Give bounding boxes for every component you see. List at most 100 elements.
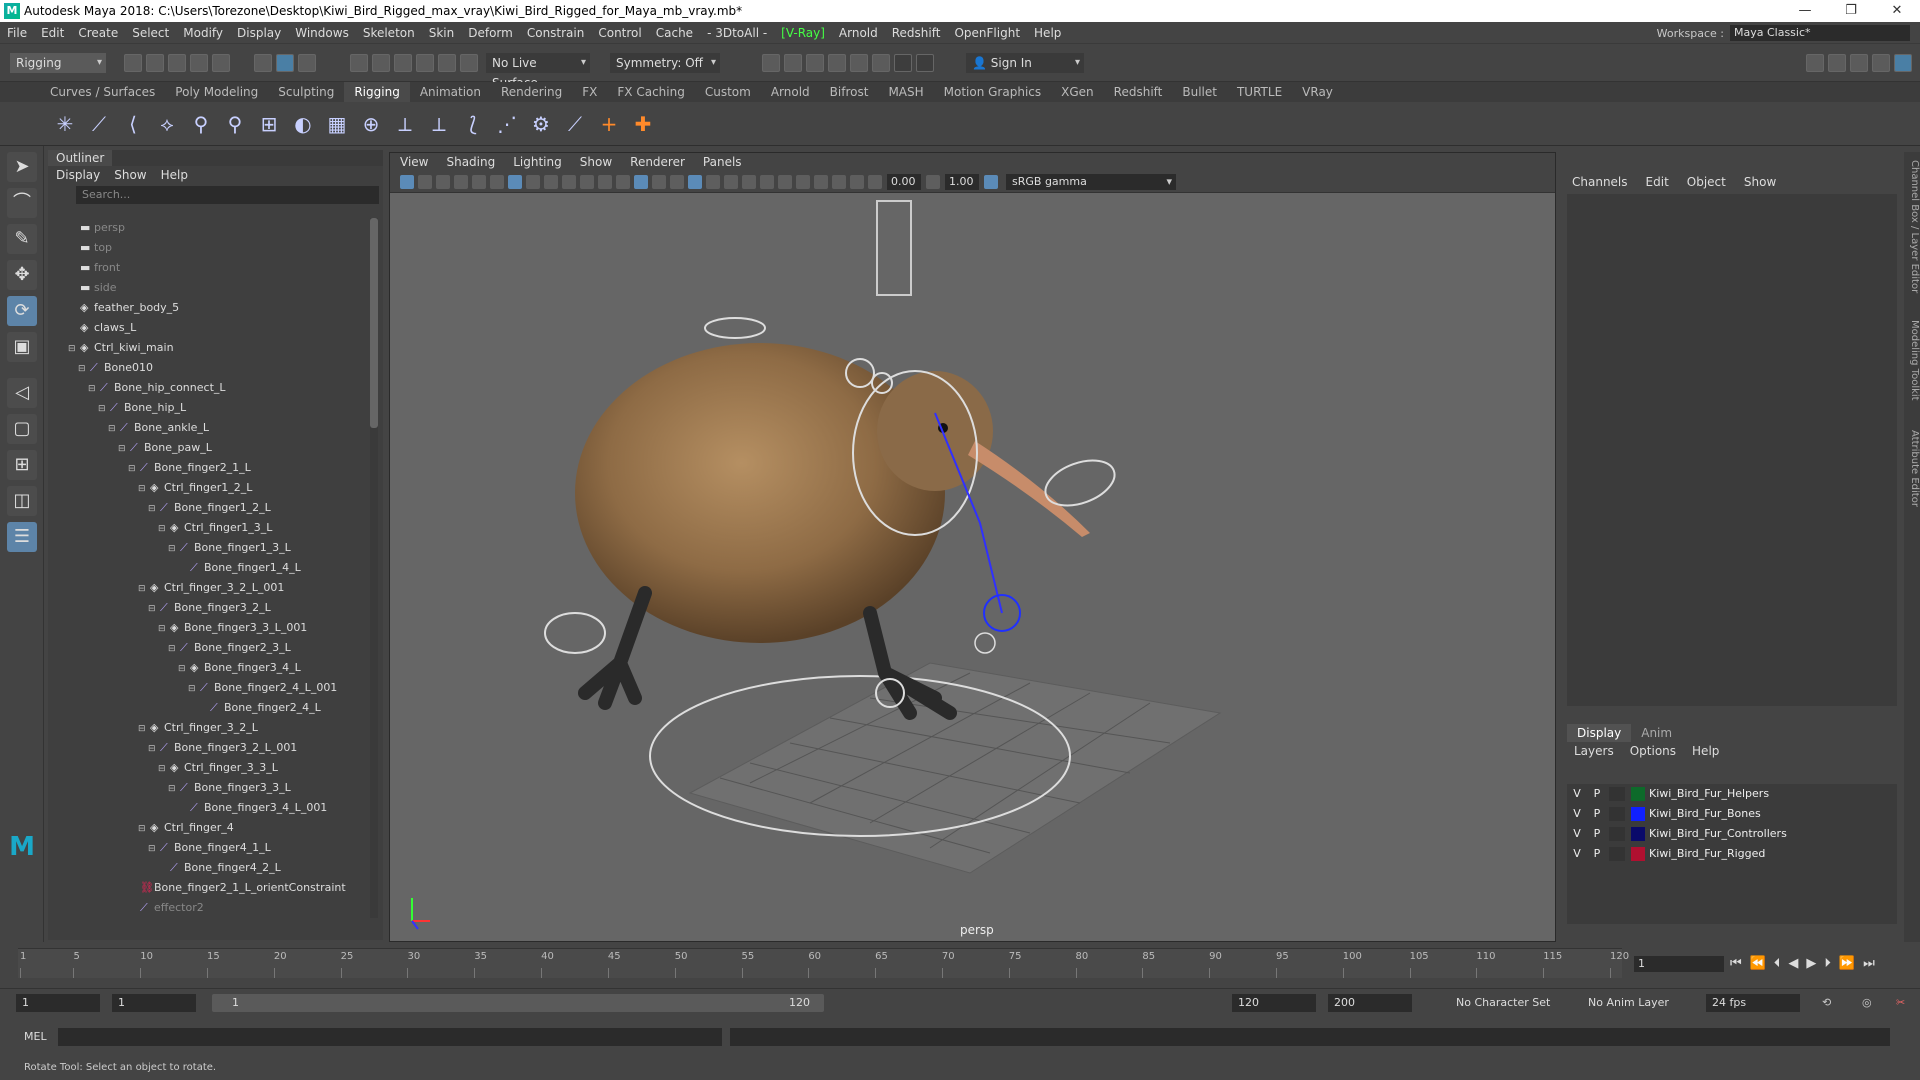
textured-icon[interactable] [688,174,702,189]
expand-toggle-icon[interactable]: ⊟ [168,639,180,659]
outliner-item[interactable]: ⊟ ⟋ Bone_ankle_L [48,418,370,438]
outliner-menu-show[interactable]: Show [114,166,146,184]
expand-toggle-icon[interactable]: ⊟ [158,519,170,539]
image-plane-icon[interactable] [454,174,468,189]
layer-playback-toggle[interactable]: P [1587,784,1607,804]
foot-controller-left[interactable] [544,612,606,654]
channel-box-menu-show[interactable]: Show [1744,172,1776,192]
outliner-item[interactable]: ⊟ ⟋ Bone_hip_L [48,398,370,418]
outliner-item[interactable]: ⟋ Bone_finger2_4_L [48,698,370,718]
shelf-tab-curves-surfaces[interactable]: Curves / Surfaces [40,82,165,102]
restore-button[interactable]: ❐ [1828,0,1874,22]
outliner-item[interactable]: ⊟ ⟋ Bone_finger3_2_L [48,598,370,618]
outliner-item[interactable]: ⊟ ⟋ Bone_hip_connect_L [48,378,370,398]
layer-display-type-toggle[interactable] [1609,787,1625,801]
outliner-item[interactable]: ⟋ Bone_finger4_2_L [48,858,370,878]
smooth-shade-icon[interactable] [634,174,648,189]
vray-ipr-icon[interactable] [894,53,912,72]
outliner-item[interactable]: ⟋ effector2 [48,898,370,918]
playback-start-field[interactable]: 1 [112,994,196,1012]
rigging-tool-icon[interactable]: ⟂ [391,110,419,138]
ambient-occlusion-icon[interactable] [742,174,756,189]
ipr-render-icon[interactable] [806,53,824,72]
layer-row[interactable]: V P Kiwi_Bird_Fur_Controllers [1567,824,1897,844]
layer-playback-toggle[interactable]: P [1587,824,1607,844]
outliner-scroll-thumb[interactable] [370,218,378,428]
animation-start-field[interactable]: 1 [16,994,100,1012]
select-object-icon[interactable] [276,53,294,72]
use-all-lights-icon[interactable] [706,174,720,189]
shelf-tab-fx-caching[interactable]: FX Caching [607,82,694,102]
rigging-tool-icon[interactable]: ⋰ [493,110,521,138]
step-forward-frame-icon[interactable]: ⏵ [1824,956,1831,971]
rigging-tool-icon[interactable]: ⚲ [221,110,249,138]
layer-visibility-toggle[interactable]: V [1567,844,1587,864]
redo-icon[interactable] [212,53,230,72]
render-current-frame-icon[interactable] [784,53,802,72]
expand-toggle-icon[interactable]: ⊟ [118,439,130,459]
move-tool-icon[interactable]: ✥ [7,260,37,290]
sign-in-button[interactable]: 👤 Sign In [966,52,1084,73]
viewport-menu-view[interactable]: View [400,153,428,171]
outliner-item[interactable]: ⊟ ⟋ Bone_paw_L [48,438,370,458]
layer-row[interactable]: V P Kiwi_Bird_Fur_Helpers [1567,784,1897,804]
camera-attributes-icon[interactable] [418,174,432,189]
grease-pencil-icon[interactable] [490,174,504,189]
layer-display-type-toggle[interactable] [1609,807,1625,821]
rigging-tool-icon[interactable]: ◐ [289,110,317,138]
layer-menu-options[interactable]: Options [1630,744,1676,758]
channel-box-toggle-icon[interactable] [1894,53,1912,72]
shelf-tab-mash[interactable]: MASH [878,82,933,102]
rigging-tool-icon[interactable]: ✳ [51,110,79,138]
grid-icon[interactable] [508,174,522,189]
outliner-item[interactable]: ⊟ ◈ Ctrl_finger_4 [48,818,370,838]
character-controls-toggle-icon[interactable] [1828,53,1846,72]
viewport-menu-renderer[interactable]: Renderer [630,153,685,171]
isolate-select-icon[interactable] [796,174,810,189]
select-camera-icon[interactable] [400,174,414,189]
menu-set-dropdown[interactable]: Rigging [10,52,106,73]
current-frame-field[interactable]: 1 [1634,956,1724,972]
menu-openflight[interactable]: OpenFlight [947,26,1027,40]
loop-icon[interactable]: ⟲ [1816,994,1838,1012]
play-forwards-icon[interactable]: ▶ [1806,956,1816,971]
attribute-editor-toggle-icon[interactable] [1850,53,1868,72]
expand-toggle-icon[interactable]: ⊟ [138,479,150,499]
outliner-menu-display[interactable]: Display [56,166,100,184]
shelf-tab-xgen[interactable]: XGen [1051,82,1104,102]
select-component-icon[interactable] [298,53,316,72]
outliner-item[interactable]: ⊟ ◈ Bone_finger3_3_L_001 [48,618,370,638]
default-material-icon[interactable] [652,174,666,189]
gate-mask-icon[interactable] [562,174,576,189]
shelf-tab-bullet[interactable]: Bullet [1172,82,1227,102]
back-loop[interactable] [704,317,766,339]
layer-tab-anim[interactable]: Anim [1631,724,1682,742]
shelf-tab-redshift[interactable]: Redshift [1104,82,1173,102]
shelf-tab-rendering[interactable]: Rendering [491,82,572,102]
shadows-icon[interactable] [724,174,738,189]
snap-grid-icon[interactable] [350,53,368,72]
minimize-button[interactable]: — [1782,0,1828,22]
shelf-tab-motion-graphics[interactable]: Motion Graphics [934,82,1052,102]
menu-3dtoall[interactable]: - 3DtoAll - [700,26,774,40]
auto-key-icon[interactable]: ◎ [1856,994,1878,1012]
channel-box-area[interactable] [1567,194,1897,706]
expand-toggle-icon[interactable]: ⊟ [138,819,150,839]
animation-end-field[interactable]: 200 [1328,994,1412,1012]
menu-edit[interactable]: Edit [34,26,71,40]
expand-toggle-icon[interactable]: ⊟ [148,739,160,759]
outliner-menu-help[interactable]: Help [161,166,188,184]
layer-display-type-toggle[interactable] [1609,847,1625,861]
rigging-tool-icon[interactable]: ✚ [629,110,657,138]
expand-toggle-icon[interactable]: ⊟ [148,499,160,519]
gamma-icon[interactable] [926,174,940,189]
outliner-item[interactable]: ⊟ ⟋ Bone_finger2_1_L [48,458,370,478]
paint-select-tool-icon[interactable]: ✎ [7,224,37,254]
command-language-label[interactable]: MEL [24,1030,47,1043]
outliner-layout-icon[interactable]: ☰ [7,522,37,552]
character-set-dropdown[interactable]: No Character Set [1450,994,1568,1012]
outliner-item[interactable]: ⊟ ◈ Ctrl_finger_3_3_L [48,758,370,778]
shelf-tab-sculpting[interactable]: Sculpting [268,82,344,102]
last-tool-icon[interactable]: ◁ [7,378,37,408]
symmetry-dropdown[interactable]: Symmetry: Off [610,52,720,73]
